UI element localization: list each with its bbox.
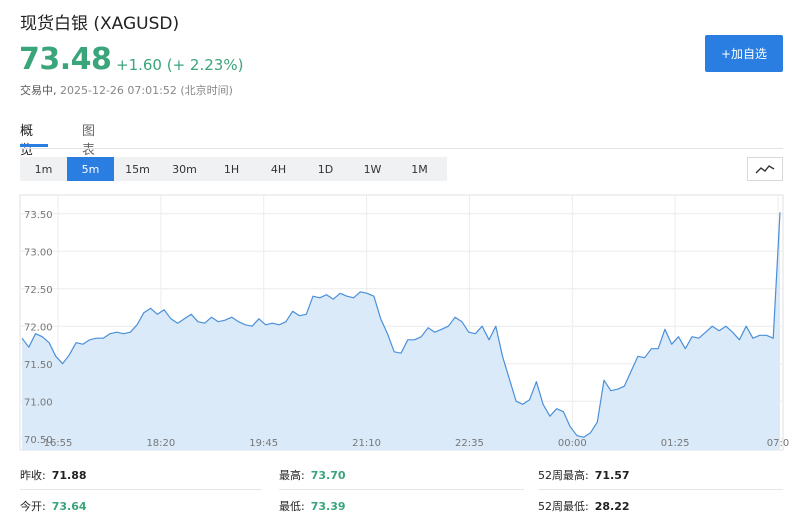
x-tick-label: 18:20 — [146, 438, 175, 449]
price-chart[interactable]: 70.5071.0071.5072.0072.5073.0073.5016:55… — [0, 0, 800, 460]
stat-value: 28.22 — [594, 500, 630, 513]
stat-divider — [538, 489, 783, 490]
stat-value: 73.39 — [310, 500, 346, 513]
x-tick-label: 21:10 — [352, 438, 381, 449]
stat-value: 73.64 — [51, 500, 87, 513]
stat-52w-low: 52周最低: 28.22 — [538, 498, 630, 514]
stat-label: 52周最高: — [538, 469, 589, 482]
y-tick-label: 73.00 — [24, 247, 53, 258]
stat-divider — [20, 489, 262, 490]
y-tick-label: 71.50 — [24, 360, 53, 371]
y-tick-label: 73.50 — [24, 210, 53, 221]
stat-52w-high: 52周最高: 71.57 — [538, 467, 630, 483]
y-tick-label: 72.00 — [24, 322, 53, 333]
x-tick-label: 00:00 — [558, 438, 587, 449]
x-tick-label: 01:25 — [661, 438, 690, 449]
stat-label: 最高: — [279, 469, 305, 482]
stat-label: 52周最低: — [538, 500, 589, 513]
stat-label: 今开: — [20, 500, 46, 513]
stat-value: 73.70 — [310, 469, 346, 482]
x-tick-label: 07:0 — [767, 438, 789, 449]
stat-label: 最低: — [279, 500, 305, 513]
y-tick-label: 71.00 — [24, 397, 53, 408]
stat-low: 最低: 73.39 — [279, 498, 346, 514]
x-tick-label: 22:35 — [455, 438, 484, 449]
x-tick-label: 16:55 — [44, 438, 73, 449]
stat-prev-close: 昨收: 71.88 — [20, 467, 87, 483]
stat-value: 71.88 — [51, 469, 87, 482]
stat-value: 71.57 — [594, 469, 630, 482]
stat-label: 昨收: — [20, 469, 46, 482]
stat-divider — [279, 489, 524, 490]
stat-open: 今开: 73.64 — [20, 498, 87, 514]
stat-high: 最高: 73.70 — [279, 467, 346, 483]
y-tick-label: 72.50 — [24, 285, 53, 296]
x-tick-label: 19:45 — [249, 438, 278, 449]
